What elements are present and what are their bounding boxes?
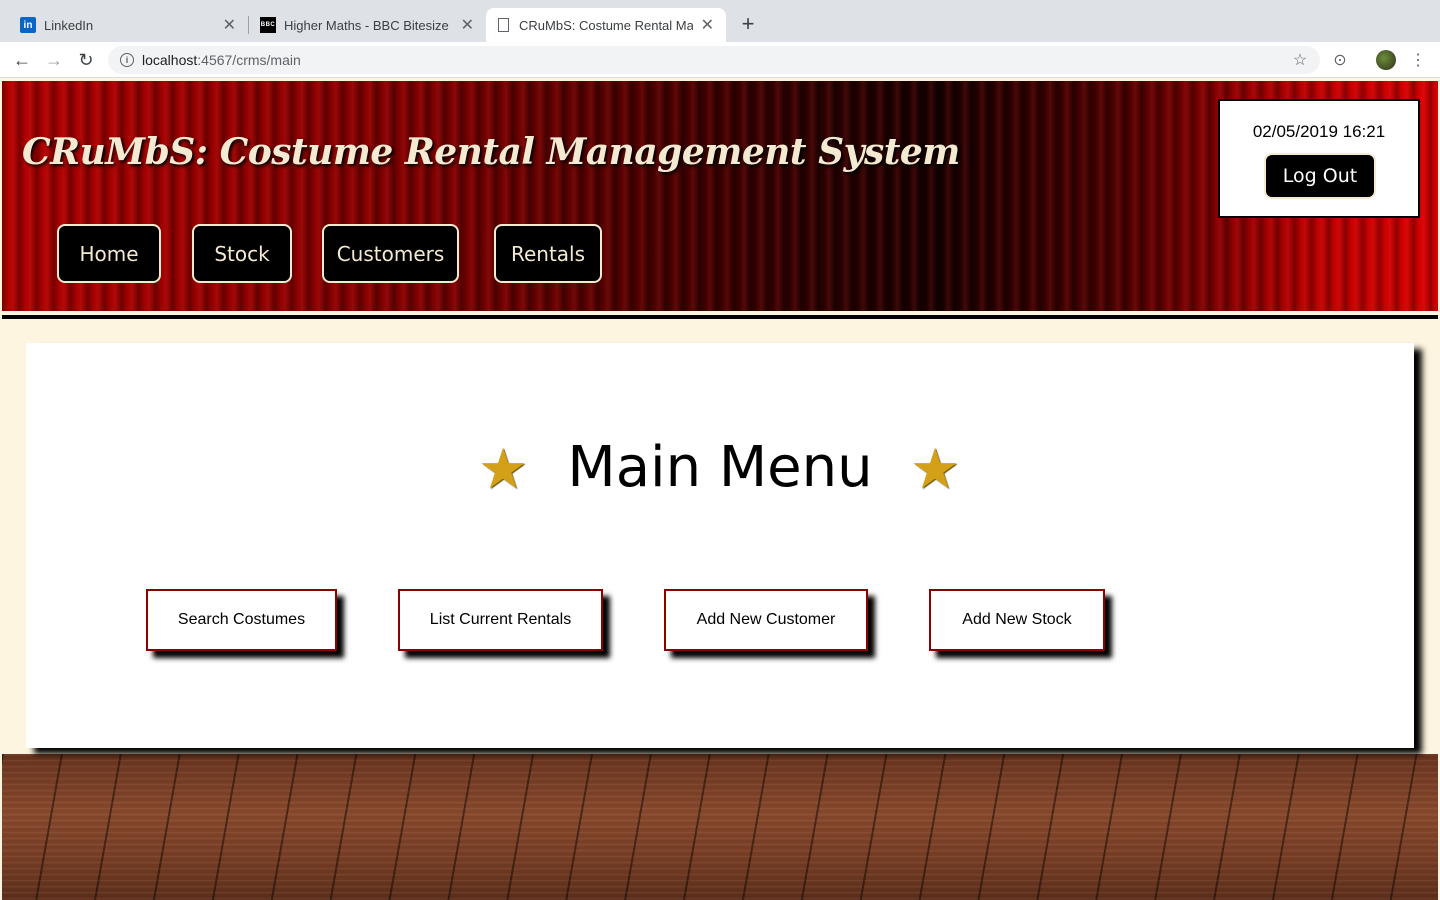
menu-kebab-icon[interactable]: ⋮ — [1408, 50, 1428, 70]
list-current-rentals-button[interactable]: List Current Rentals — [398, 589, 603, 651]
extension-icon[interactable]: ⊙ — [1330, 50, 1350, 70]
forward-arrow-icon[interactable]: → — [42, 48, 66, 72]
info-icon[interactable]: i — [120, 53, 134, 67]
add-new-stock-button[interactable]: Add New Stock — [929, 589, 1105, 651]
logout-button[interactable]: Log Out — [1264, 153, 1376, 199]
address-bar[interactable]: i localhost:4567/crms/main — [108, 46, 1320, 74]
bookmark-star-icon[interactable]: ☆ — [1290, 50, 1310, 70]
browser-toolbar: ← → ↻ i localhost:4567/crms/main ☆ ⊙ ⋮ — [0, 42, 1440, 78]
header-divider — [2, 315, 1438, 319]
site-title: CRuMbS: Costume Rental Management System — [22, 131, 960, 173]
browser-tab-crumbs[interactable]: CRuMbS: Costume Rental Man ✕ — [486, 8, 726, 42]
browser-tabstrip: in LinkedIn ✕ BBC Higher Maths - BBC Bit… — [0, 0, 1440, 42]
browser-tab-linkedin[interactable]: in LinkedIn ✕ — [8, 8, 248, 42]
datetime-display: 02/05/2019 16:21 — [1252, 122, 1386, 141]
bbc-icon: BBC — [260, 17, 276, 33]
new-tab-button[interactable]: + — [736, 11, 760, 36]
back-arrow-icon[interactable]: ← — [10, 48, 34, 72]
wooden-floor-background — [2, 754, 1438, 900]
nav-stock-button[interactable]: Stock — [192, 224, 292, 283]
nav-home-button[interactable]: Home — [57, 224, 161, 283]
close-icon[interactable]: ✕ — [461, 15, 474, 35]
profile-avatar-icon[interactable] — [1376, 50, 1396, 70]
page-title: Main Menu — [567, 435, 873, 500]
url-host: localhost — [142, 52, 198, 68]
close-icon[interactable]: ✕ — [701, 15, 714, 35]
reload-icon[interactable]: ↻ — [74, 48, 98, 72]
nav-rentals-button[interactable]: Rentals — [494, 224, 602, 283]
close-icon[interactable]: ✕ — [223, 15, 236, 35]
nav-customers-button[interactable]: Customers — [322, 224, 459, 283]
url-path: :4567/crms/main — [197, 52, 301, 68]
user-panel: 02/05/2019 16:21 Log Out — [1218, 99, 1420, 218]
linkedin-icon: in — [20, 17, 36, 33]
main-menu-card: ★ Main Menu ★ Search Costumes List Curre… — [26, 343, 1414, 748]
star-icon: ★ — [910, 437, 961, 500]
tab-title: CRuMbS: Costume Rental Man — [519, 17, 693, 33]
page: CRuMbS: Costume Rental Management System… — [0, 79, 1440, 900]
search-costumes-button[interactable]: Search Costumes — [146, 589, 337, 651]
tab-title: Higher Maths - BBC Bitesize — [284, 17, 449, 33]
document-icon — [498, 18, 509, 32]
browser-tab-bbc[interactable]: BBC Higher Maths - BBC Bitesize ✕ — [248, 8, 486, 42]
site-header: CRuMbS: Costume Rental Management System… — [2, 81, 1438, 311]
tab-title: LinkedIn — [44, 17, 94, 33]
add-new-customer-button[interactable]: Add New Customer — [664, 589, 868, 651]
